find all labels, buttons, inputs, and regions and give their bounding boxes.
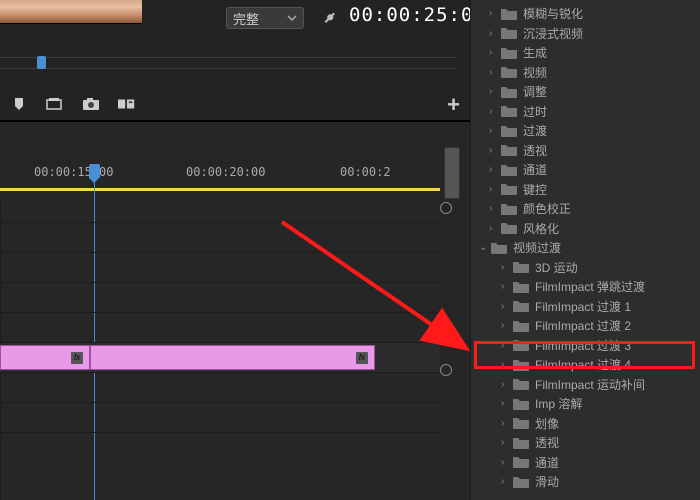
mini-ruler[interactable] <box>0 57 456 69</box>
ruler-time-2: 00:00:20:00 <box>186 165 265 179</box>
effect-folder[interactable]: ›生成 <box>471 43 700 63</box>
effect-folder[interactable]: ›风格化 <box>471 219 700 239</box>
timeline-panel: 完整 00:00:25:00 + 00:00:15:00 00:0 <box>0 0 470 500</box>
export-frame-icon[interactable] <box>46 96 64 115</box>
effect-subfolder[interactable]: ›FilmImpact 过渡 2 <box>471 316 700 336</box>
fx-badge: fx <box>71 352 83 364</box>
fx-badge: fx <box>356 352 368 364</box>
resolution-dropdown[interactable]: 完整 <box>226 7 304 29</box>
preview-thumbnail <box>0 0 142 24</box>
effect-folder[interactable]: ›沉浸式视频 <box>471 24 700 44</box>
keyframe-marker[interactable] <box>440 364 452 376</box>
keyframe-marker[interactable] <box>440 202 452 214</box>
add-button-icon[interactable]: + <box>447 92 460 118</box>
timeline-tracks[interactable]: fx fx <box>0 197 440 500</box>
effect-folder[interactable]: ›通道 <box>471 160 700 180</box>
resolution-label: 完整 <box>233 9 287 28</box>
effect-folder[interactable]: ›调整 <box>471 82 700 102</box>
marker-icon[interactable] <box>10 96 28 115</box>
effect-folder[interactable]: ›视频 <box>471 63 700 83</box>
chevron-down-icon <box>287 13 297 23</box>
effect-folder[interactable]: ›过渡 <box>471 121 700 141</box>
timeline-ruler[interactable]: 00:00:15:00 00:00:20:00 00:00:2 <box>0 164 440 194</box>
timecode-display: 00:00:25:00 <box>349 4 486 26</box>
effect-subfolder[interactable]: ›FilmImpact 弹跳过渡 <box>471 277 700 297</box>
mini-playhead[interactable] <box>37 56 46 69</box>
effect-folder[interactable]: ›键控 <box>471 180 700 200</box>
scrollbar-vertical[interactable] <box>444 147 460 199</box>
effect-subfolder[interactable]: ›通道 <box>471 453 700 473</box>
ruler-time-3: 00:00:2 <box>340 165 391 179</box>
effect-subfolder[interactable]: ›划像 <box>471 414 700 434</box>
settings-wrench-icon[interactable] <box>322 10 338 29</box>
effect-subfolder[interactable]: ›Imp 溶解 <box>471 394 700 414</box>
effect-subfolder[interactable]: ›滑动 <box>471 472 700 492</box>
effects-panel: ›模糊与锐化›沉浸式视频›生成›视频›调整›过时›过渡›透视›通道›键控›颜色校… <box>470 0 700 500</box>
effect-folder[interactable]: ›颜色校正 <box>471 199 700 219</box>
video-clip[interactable]: fx <box>90 345 375 370</box>
effect-subfolder[interactable]: ›FilmImpact 过渡 4 <box>471 355 700 375</box>
camera-icon[interactable] <box>82 96 100 115</box>
effect-subfolder[interactable]: ›FilmImpact 运动补间 <box>471 375 700 395</box>
effect-folder[interactable]: ›过时 <box>471 102 700 122</box>
effect-subfolder[interactable]: ›FilmImpact 过渡 1 <box>471 297 700 317</box>
effect-subfolder[interactable]: ›透视 <box>471 433 700 453</box>
comparison-icon[interactable] <box>118 96 136 115</box>
video-clip[interactable]: fx <box>0 345 90 370</box>
effect-folder-expanded[interactable]: ⌄视频过渡 <box>471 238 700 258</box>
effect-folder[interactable]: ›透视 <box>471 141 700 161</box>
effect-subfolder[interactable]: ›3D 运动 <box>471 258 700 278</box>
ruler-time-1: 00:00:15:00 <box>34 165 113 179</box>
effect-subfolder[interactable]: ›FilmImpact 过渡 3 <box>471 336 700 356</box>
effect-folder[interactable]: ›模糊与锐化 <box>471 4 700 24</box>
